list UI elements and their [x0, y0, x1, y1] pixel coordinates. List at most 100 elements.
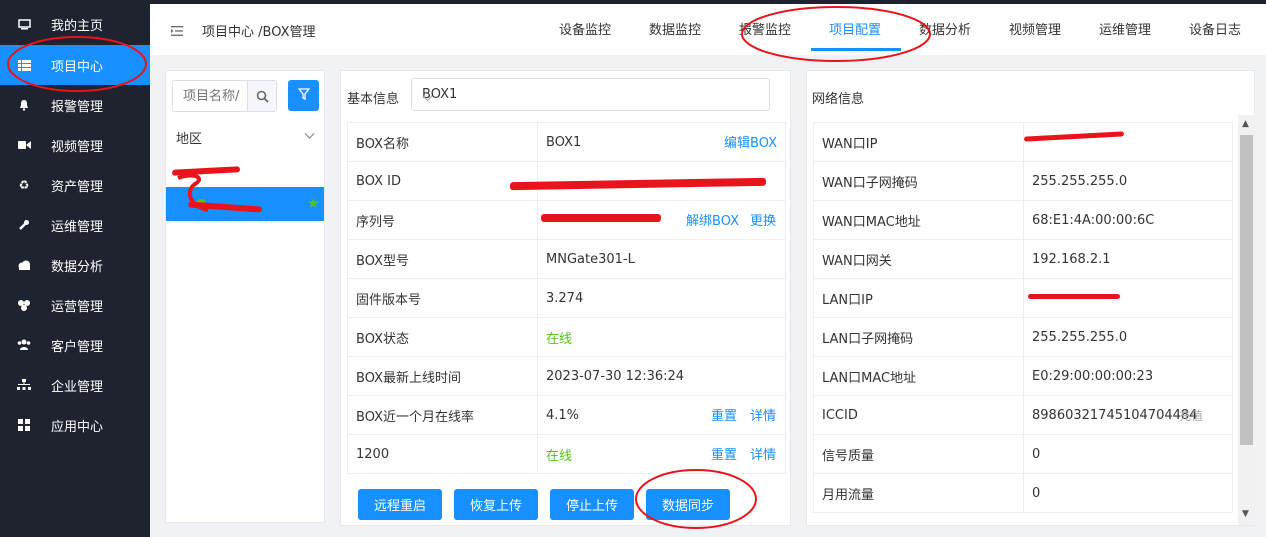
scrollbar[interactable]: ▲ ▼	[1238, 115, 1255, 525]
project-tree-panel: 地区 ★	[165, 70, 325, 523]
recycle-icon: ♻	[18, 178, 30, 192]
star-icon[interactable]: ★	[307, 196, 320, 212]
sidebar-item-label: 报警管理	[51, 99, 104, 115]
sidebar-item-enterprise[interactable]: 企业管理	[0, 365, 150, 405]
row-value-cell: 在线 重置 详情	[537, 434, 786, 474]
sidebar-item-video[interactable]: 视频管理	[0, 125, 150, 165]
chevron-down-icon[interactable]	[304, 129, 315, 144]
tab-project-config[interactable]: 项目配置	[829, 19, 881, 38]
sidebar-item-label: 应用中心	[51, 419, 104, 435]
row-value-cell: BOX1 编辑BOX	[537, 122, 786, 162]
row-value: 2023-07-30 12:36:24	[537, 356, 786, 396]
row-key: 固件版本号	[347, 278, 538, 318]
sidebar-item-label: 运营管理	[51, 299, 104, 315]
row-value: E0:29:00:00:00:23	[1023, 356, 1233, 396]
table-row: WAN口网关 192.168.2.1	[813, 239, 1233, 279]
grid-icon	[17, 418, 31, 432]
tab-alarm-monitor[interactable]: 报警监控	[739, 19, 791, 38]
tab-video-management[interactable]: 视频管理	[1009, 19, 1061, 38]
row-key: LAN口MAC地址	[813, 356, 1024, 396]
details-link[interactable]: 详情	[750, 444, 776, 463]
scrollbar-thumb[interactable]	[1240, 135, 1253, 445]
active-tab-indicator	[811, 48, 901, 51]
row-value: 0	[1023, 473, 1233, 513]
box-select[interactable]: BOX1	[411, 78, 770, 111]
sidebar-item-label: 客户管理	[51, 339, 104, 355]
reset-link[interactable]: 重置	[711, 405, 737, 424]
row-key: BOX状态	[347, 317, 538, 357]
wrench-icon	[17, 218, 31, 232]
sidebar-item-operations[interactable]: 运营管理	[0, 285, 150, 325]
basic-info-panel: 基本信息 BOX1 BOX名称 BOX1 编辑BOX BOX ID 序列号 解绑B…	[340, 70, 791, 526]
filter-button[interactable]	[288, 80, 319, 111]
search-box	[172, 80, 277, 112]
replace-link[interactable]: 更换	[750, 210, 776, 229]
table-row: ICCID 89860321745104704484 充值	[813, 395, 1233, 435]
edit-box-link[interactable]: 编辑BOX	[724, 132, 777, 151]
row-value: 89860321745104704484	[1032, 407, 1198, 423]
sidebar-item-ops[interactable]: 运维管理	[0, 205, 150, 245]
row-value: 4.1%	[546, 407, 580, 423]
tab-data-analysis[interactable]: 数据分析	[919, 19, 971, 38]
region-label[interactable]: 地区	[176, 128, 202, 147]
scroll-up-icon[interactable]: ▲	[1242, 119, 1249, 129]
table-row: WAN口IP	[813, 122, 1233, 162]
row-key: 序列号	[347, 200, 538, 240]
table-row: LAN口子网掩码 255.255.255.0	[813, 317, 1233, 357]
row-key: WAN口子网掩码	[813, 161, 1024, 201]
sidebar-item-label: 数据分析	[51, 259, 104, 275]
data-sync-button[interactable]: 数据同步	[646, 489, 730, 520]
resume-upload-button[interactable]: 恢复上传	[454, 489, 538, 520]
row-value: 192.168.2.1	[1023, 239, 1233, 279]
sidebar-item-label: 企业管理	[51, 379, 104, 395]
sidebar-item-assets[interactable]: ♻ 资产管理	[0, 165, 150, 205]
tab-device-log[interactable]: 设备日志	[1189, 19, 1241, 38]
row-key: BOX名称	[347, 122, 538, 162]
row-key: LAN口子网掩码	[813, 317, 1024, 357]
reset-link[interactable]: 重置	[711, 444, 737, 463]
basic-info-table: BOX名称 BOX1 编辑BOX BOX ID 序列号 解绑BOX 更换 BOX型号…	[347, 122, 786, 474]
stop-upload-button[interactable]: 停止上传	[550, 489, 634, 520]
row-key: WAN口IP	[813, 122, 1024, 162]
row-value-cell: 4.1% 重置 详情	[537, 395, 786, 435]
table-row: 信号质量 0	[813, 434, 1233, 474]
sidebar-item-alarm[interactable]: 报警管理	[0, 85, 150, 125]
search-input[interactable]	[173, 81, 249, 111]
sidebar-item-customers[interactable]: 客户管理	[0, 325, 150, 365]
tab-ops-management[interactable]: 运维管理	[1099, 19, 1151, 38]
tab-data-monitor[interactable]: 数据监控	[649, 19, 701, 38]
details-link[interactable]: 详情	[750, 405, 776, 424]
table-row: WAN口MAC地址 68:E1:4A:00:00:6C	[813, 200, 1233, 240]
table-row: BOX近一个月在线率 4.1% 重置 详情	[347, 395, 786, 435]
remote-restart-button[interactable]: 远程重启	[358, 489, 442, 520]
table-row: BOX型号 MNGate301-L	[347, 239, 786, 279]
sidebar-item-project-center[interactable]: 项目中心	[0, 45, 150, 85]
table-row: 1200 在线 重置 详情	[347, 434, 786, 474]
table-row: WAN口子网掩码 255.255.255.0	[813, 161, 1233, 201]
basic-info-title: 基本信息	[347, 92, 400, 107]
table-row: BOX最新上线时间 2023-07-30 12:36:24	[347, 356, 786, 396]
row-value: 0	[1023, 434, 1233, 474]
table-row: BOX名称 BOX1 编辑BOX	[347, 122, 786, 162]
search-icon[interactable]	[247, 81, 276, 111]
recharge-link[interactable]: 充值	[1179, 407, 1203, 424]
breadcrumb: 项目中心 /BOX管理	[202, 25, 316, 40]
monitor-icon	[17, 17, 31, 31]
row-key: WAN口MAC地址	[813, 200, 1024, 240]
table-row: LAN口MAC地址 E0:29:00:00:00:23	[813, 356, 1233, 396]
bell-icon	[17, 98, 31, 112]
tab-device-monitor[interactable]: 设备监控	[559, 19, 611, 38]
sidebar-item-home[interactable]: 我的主页	[0, 4, 150, 44]
sidebar-item-data-analysis[interactable]: 数据分析	[0, 245, 150, 285]
row-value-cell: 89860321745104704484 充值	[1023, 395, 1233, 435]
menu-collapse-icon[interactable]	[171, 25, 183, 36]
sidebar-item-app-center[interactable]: 应用中心	[0, 405, 150, 445]
row-key: BOX ID	[347, 161, 538, 201]
cubes-icon	[17, 298, 31, 312]
row-key: 信号质量	[813, 434, 1024, 474]
row-key: 月用流量	[813, 473, 1024, 513]
unbind-box-link[interactable]: 解绑BOX	[686, 210, 739, 229]
sidebar-item-label: 运维管理	[51, 219, 104, 235]
table-row: 固件版本号 3.274	[347, 278, 786, 318]
scroll-down-icon[interactable]: ▼	[1242, 509, 1249, 519]
